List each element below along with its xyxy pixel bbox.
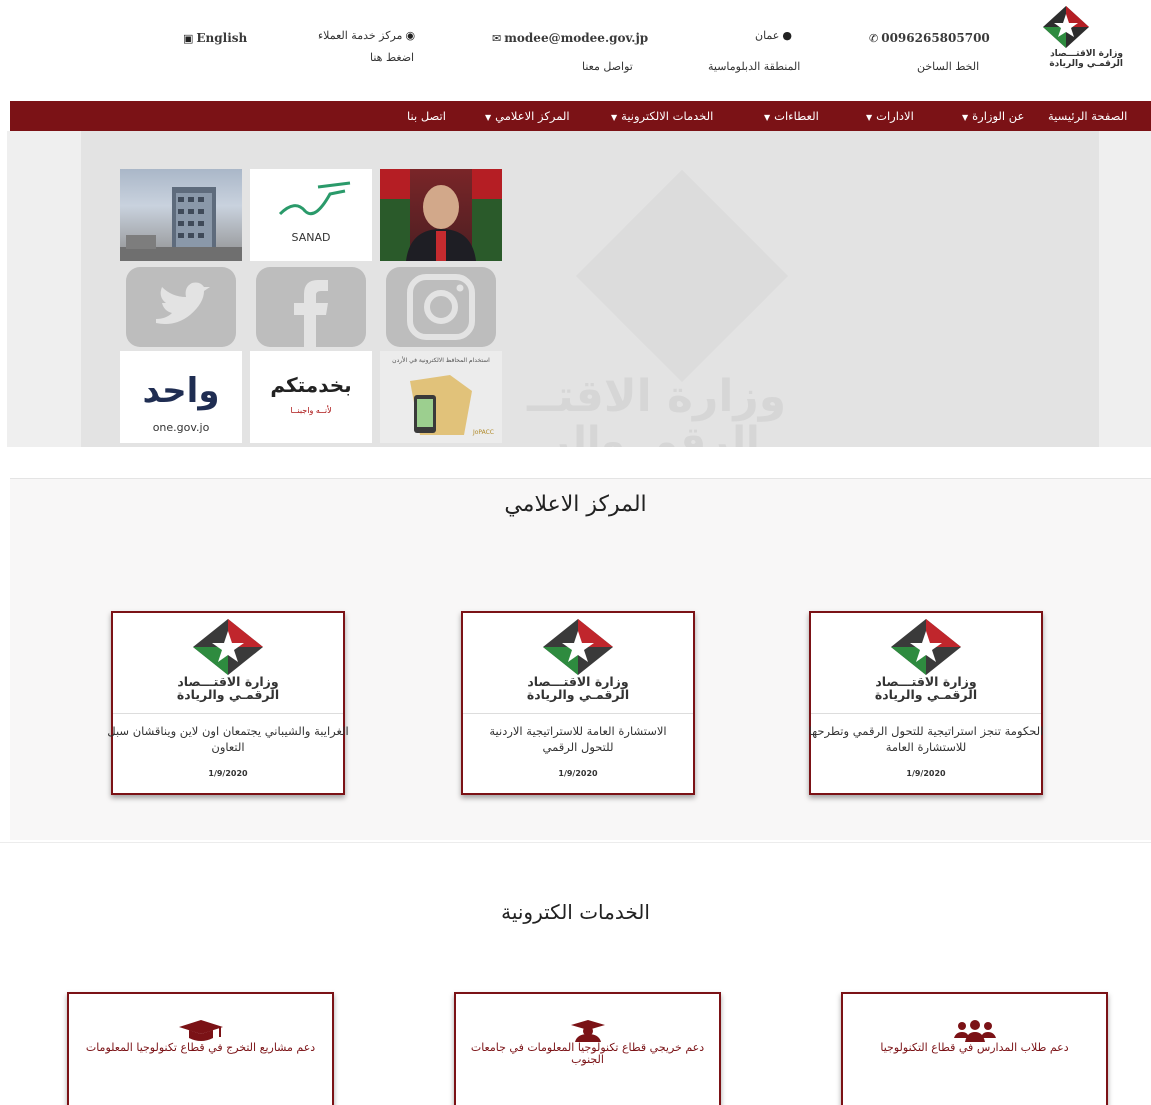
tile-twitter[interactable] <box>120 263 242 355</box>
service-label: دعم طلاب المدارس في قطاع التكنولوجيا <box>880 1041 1069 1054</box>
media-center-title: المركز الاعلامي <box>504 492 647 517</box>
top-info-bar: ▣ English ◉مركز خدمة العملاء اضغط هنا ✉ mo… <box>0 0 1151 101</box>
logo-text-line1: وزارة الاقتـــصاد <box>1050 49 1123 59</box>
e-wallet-caption: استخدام المحافظ الالكترونية في الأردن <box>392 357 490 364</box>
card-logo-line2: الرقمـي والريادة <box>176 687 280 702</box>
news-date: 1/9/2020 <box>906 769 946 778</box>
card-logo-line2: الرقمـي والريادة <box>874 687 978 702</box>
jopacc-badge: JoPACC <box>472 429 494 436</box>
card-divider <box>463 713 693 714</box>
contact-us-link[interactable]: تواصل معنا <box>582 60 633 73</box>
nav-item-eservices[interactable]: الخدمات الالكترونية▼ <box>611 109 713 123</box>
hero-watermark-text-2: الرقمـ والر <box>547 419 760 447</box>
nav-item-contact[interactable]: اتصل بنا <box>407 109 446 123</box>
caret-down-icon: ▼ <box>611 113 618 122</box>
service-card[interactable]: دعم طلاب المدارس في قطاع التكنولوجيا <box>841 992 1108 1105</box>
card-logo-line2: الرقمـي والريادة <box>526 687 630 702</box>
caret-down-icon: ▼ <box>962 113 969 122</box>
map-pin-icon: ● <box>782 29 792 42</box>
envelope-icon: ✉ <box>492 32 502 45</box>
card-divider <box>811 713 1041 714</box>
nav-item-home[interactable]: الصفحة الرئيسية <box>1048 109 1127 123</box>
graduation-cap-icon <box>178 1020 223 1041</box>
sanad-logo-icon <box>278 181 351 216</box>
page: ▣ English ◉مركز خدمة العملاء اضغط هنا ✉ mo… <box>0 0 1151 1105</box>
caret-down-icon: ▼ <box>764 113 771 122</box>
logo-text-line2: الرقمـي والريادة <box>1049 59 1123 69</box>
news-card[interactable]: وزارة الاقتـــصاد الرقمـي والريادة الاست… <box>461 611 695 795</box>
hotline-label: الخط الساخن <box>917 60 980 73</box>
ministry-emblem-icon <box>891 619 961 675</box>
tile-ministry-building[interactable] <box>120 169 242 261</box>
khidma-logo-text: بخدمتكم <box>270 373 352 397</box>
tile-e-wallet[interactable]: استخدام المحافظ الالكترونية في الأردن Jo… <box>380 351 502 443</box>
language-switch[interactable]: ▣ English <box>180 31 247 45</box>
wahid-logo-text: واحد <box>142 371 220 411</box>
tile-minister[interactable] <box>380 169 502 261</box>
news-date: 1/9/2020 <box>208 769 248 778</box>
nav-item-departments[interactable]: الادارات▼ <box>866 109 914 123</box>
sanad-label: SANAD <box>291 231 331 244</box>
news-date: 1/9/2020 <box>558 769 598 778</box>
eservices-title: الخدمات الكترونية <box>501 900 650 924</box>
minister-photo <box>380 169 502 261</box>
phone-icon: ✆ <box>869 32 879 45</box>
news-headline: الغرايبة والشيباني يجتمعان اون لاين وينا… <box>107 724 349 754</box>
phone-link[interactable]: ✆ 0096265805700 <box>866 31 990 45</box>
service-center-link[interactable]: اضغط هنا <box>370 51 414 64</box>
service-card[interactable]: دعم خريجي قطاع تكنولوجيا المعلومات في جا… <box>454 992 721 1105</box>
globe-icon: ◉ <box>405 29 416 42</box>
flag-icon: ▣ <box>183 32 194 45</box>
location-zone: المنطقة الدبلوماسية <box>708 60 801 73</box>
nav-item-about[interactable]: عن الوزارة▼ <box>962 109 1024 123</box>
main-nav: الصفحة الرئيسية عن الوزارة▼ الادارات▼ ال… <box>10 101 1151 131</box>
service-label: دعم مشاريع التخرج في قطاع تكنولوجيا المع… <box>85 1041 316 1054</box>
news-card[interactable]: وزارة الاقتـــصاد الرقمـي والريادة الحكو… <box>809 611 1043 795</box>
ministry-logo[interactable]: وزارة الاقتـــصاد الرقمـي والريادة <box>1013 6 1123 76</box>
tile-wahid[interactable]: واحد one.gov.jo <box>120 351 242 443</box>
wahid-url: one.gov.jo <box>152 421 210 434</box>
service-label: دعم خريجي قطاع تكنولوجيا المعلومات في جا… <box>470 1041 705 1066</box>
news-headline: الحكومة تنجز استراتيجية للتحول الرقمي وت… <box>808 724 1044 754</box>
facebook-icon <box>256 267 366 347</box>
instagram-icon <box>386 267 496 347</box>
email-link[interactable]: ✉ modee@modee.gov.jp <box>489 31 648 45</box>
hero-watermark-text: وزارة الاقتــ <box>527 371 787 422</box>
tile-bekhidmatkom[interactable]: بخدمتكم لأنــه واجبنــا <box>250 351 372 443</box>
tile-facebook[interactable] <box>250 263 372 355</box>
nav-item-media-center[interactable]: المركز الاعلامي▼ <box>485 109 570 123</box>
ministry-emblem-icon <box>543 619 613 675</box>
hero-banner: وزارة الاقتــ الرقمـ والر SANAD واحد one… <box>7 131 1151 447</box>
news-headline: الاستشارة العامة للاستراتيجية الاردنية ل… <box>489 724 667 754</box>
twitter-icon <box>126 267 236 347</box>
caret-down-icon: ▼ <box>485 113 492 122</box>
news-card[interactable]: وزارة الاقتـــصاد الرقمـي والريادة الغرا… <box>107 611 349 795</box>
building-photo <box>120 187 242 261</box>
tile-instagram[interactable] <box>380 263 502 355</box>
khidma-slogan: لأنــه واجبنــا <box>290 406 332 415</box>
location: ●عمان <box>755 29 792 42</box>
ministry-emblem-icon <box>193 619 263 675</box>
service-card[interactable]: دعم مشاريع التخرج في قطاع تكنولوجيا المع… <box>67 992 334 1105</box>
caret-down-icon: ▼ <box>866 113 873 122</box>
nav-item-tenders[interactable]: العطاءات▼ <box>764 109 819 123</box>
ministry-emblem-icon <box>1043 6 1089 48</box>
card-divider <box>113 713 343 714</box>
users-icon <box>953 1020 996 1042</box>
service-center: ◉مركز خدمة العملاء <box>318 29 416 42</box>
graduate-user-icon <box>570 1020 605 1042</box>
tile-sanad[interactable]: SANAD <box>250 169 372 261</box>
